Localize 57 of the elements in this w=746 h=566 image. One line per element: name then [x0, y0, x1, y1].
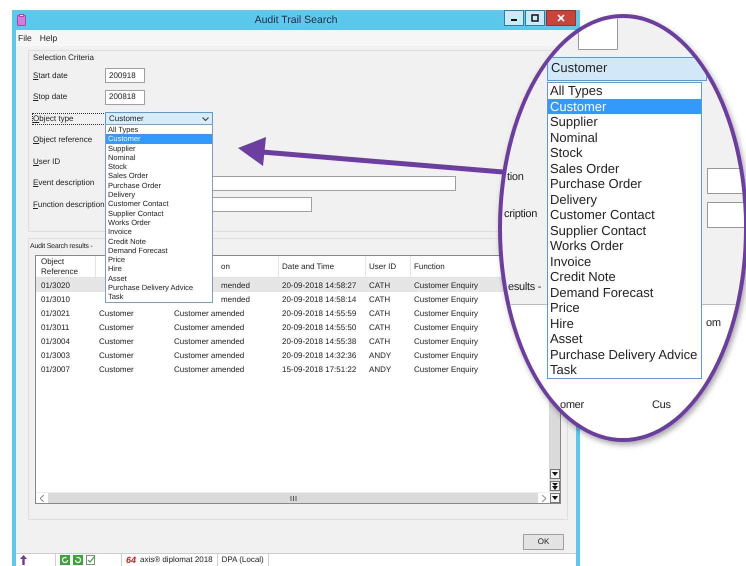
table-cell: ANDY — [369, 350, 392, 360]
table-cell: 20-09-2018 14:58:27 — [282, 280, 356, 290]
table-cell: Customer — [99, 336, 134, 346]
table-cell: Customer — [99, 350, 134, 360]
table-cell: Customer amended — [174, 350, 244, 360]
table-cell: Customer Enquiry — [414, 350, 478, 360]
field-label: Event description — [33, 178, 96, 188]
table-cell: 01/3004 — [41, 336, 70, 346]
table-cell: Customer amended — [174, 364, 244, 374]
table-cell: 01/3021 — [41, 308, 70, 318]
text-fragment: Cus — [652, 400, 671, 411]
table-cell: Customer — [99, 322, 134, 332]
table-cell: CATH — [369, 294, 390, 304]
table-cell: ANDY — [369, 364, 392, 374]
table-cell: 20-09-2018 14:55:50 — [282, 322, 356, 332]
logo-text: 64 — [126, 554, 136, 566]
table-cell: CATH — [369, 322, 390, 332]
table-cell: Customer amended — [174, 336, 244, 346]
table-cell: CATH — [369, 308, 390, 318]
table-cell: Customer — [99, 364, 134, 374]
table-cell: CATH — [369, 280, 390, 290]
field-label: Start date — [33, 70, 69, 81]
text-fragment: omer — [560, 400, 584, 411]
table-cell: Customer Enquiry — [414, 280, 478, 290]
window-title: Audit Trail Search — [254, 14, 338, 26]
field-label: Object type — [33, 114, 105, 124]
table-cell: 20-09-2018 14:32:36 — [282, 350, 356, 360]
table-cell: Customer Enquiry — [414, 364, 478, 374]
table-cell: Customer Enquiry — [414, 308, 478, 318]
text-fragment: cription — [504, 209, 538, 220]
table-cell: 01/3020 — [41, 280, 70, 290]
field-label: User ID — [33, 156, 62, 167]
table-cell: 15-09-2018 17:51:22 — [282, 364, 356, 374]
table-cell: Customer Enquiry — [414, 294, 478, 304]
table-cell: 01/3003 — [41, 350, 70, 360]
table-cell: 20-09-2018 14:58:14 — [282, 294, 356, 304]
table-cell: Customer Enquiry — [414, 336, 478, 346]
group-title: Selection Criteria — [33, 53, 94, 62]
table-cell: Customer — [99, 308, 134, 318]
table-cell: 20-09-2018 14:55:59 — [282, 308, 356, 318]
table-cell: 20-09-2018 14:55:38 — [282, 336, 356, 346]
product-name: axis® diplomat 2018 — [140, 555, 213, 565]
table-cell: Customer amended — [174, 308, 244, 318]
text-fragment: esults - — [508, 282, 542, 293]
table-cell: 01/3007 — [41, 364, 70, 374]
table-cell: mended — [221, 294, 250, 304]
database-name: DPA (Local) — [222, 555, 264, 565]
table-cell: Customer Enquiry — [414, 322, 478, 332]
field-label: Function description — [33, 200, 105, 210]
field-label: Stop date — [33, 92, 68, 102]
table-cell: CATH — [369, 336, 390, 346]
field-label: Object reference — [33, 135, 94, 146]
table-cell: Customer amended — [174, 322, 244, 332]
table-cell: 01/3011 — [41, 322, 70, 332]
table-cell: mended — [221, 280, 250, 290]
text-fragment: om — [706, 318, 721, 329]
text-fragment: tion — [507, 172, 524, 183]
